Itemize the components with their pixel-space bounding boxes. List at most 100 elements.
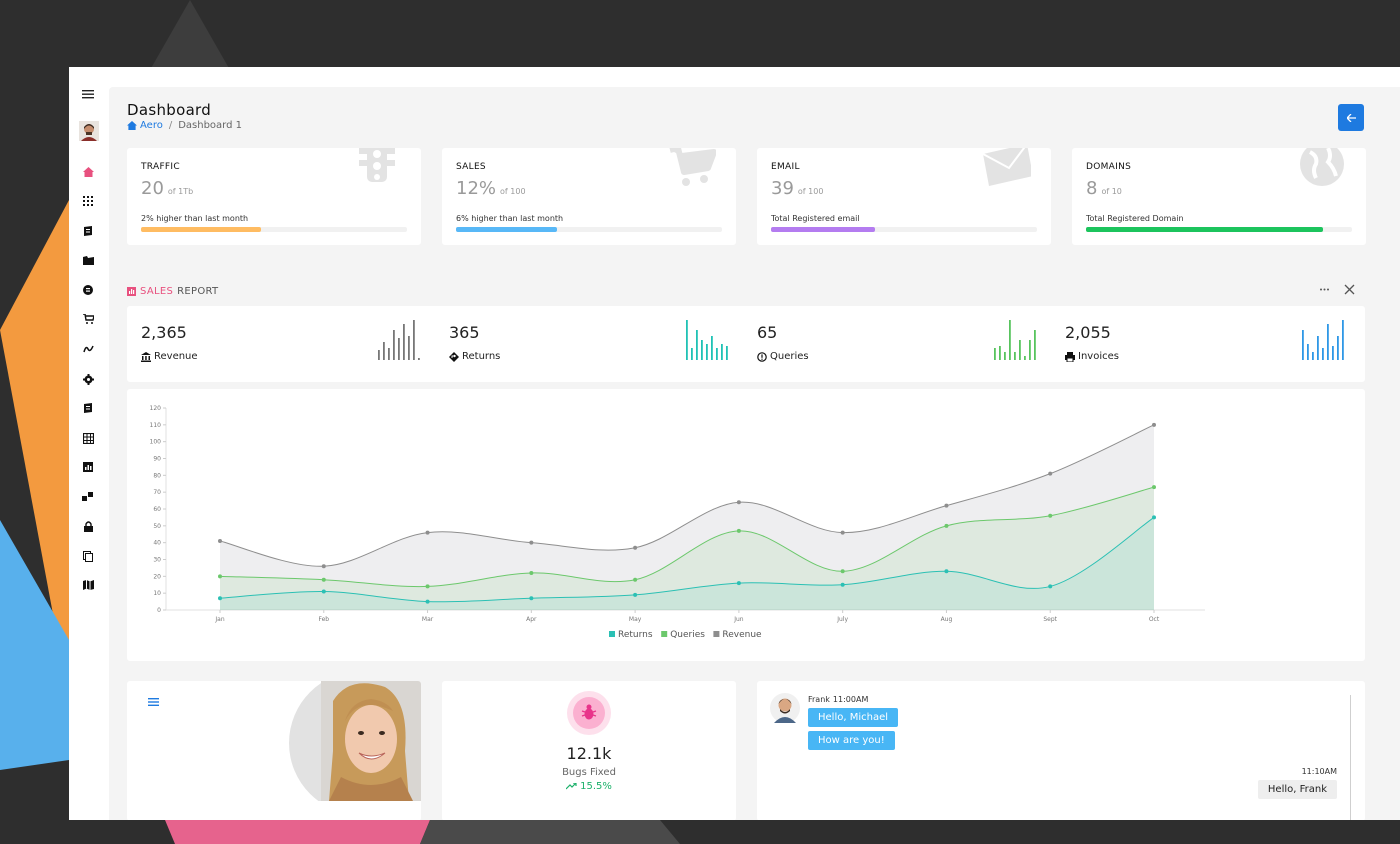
data-point-revenue[interactable] [736, 500, 741, 505]
data-point-revenue[interactable] [529, 540, 534, 545]
layers-icon[interactable] [81, 490, 95, 504]
lock-icon[interactable] [81, 519, 95, 533]
data-point-revenue[interactable] [1152, 422, 1156, 427]
data-point-returns[interactable] [1048, 584, 1053, 589]
menu-icon[interactable] [81, 87, 95, 101]
data-point-queries[interactable] [840, 569, 845, 574]
breadcrumb-separator: / [168, 120, 173, 131]
data-point-queries[interactable] [529, 570, 534, 575]
bugs-trend-value: 15.5% [580, 781, 612, 792]
data-point-returns[interactable] [633, 592, 638, 597]
section-title-accent: SALES [140, 286, 174, 297]
chat-message: Hello, Michael [808, 708, 899, 727]
back-button[interactable] [1338, 104, 1364, 131]
avatar [770, 693, 800, 723]
copy-icon[interactable] [81, 549, 95, 563]
chart-icon [127, 287, 136, 296]
data-point-revenue[interactable] [944, 503, 949, 508]
data-point-queries[interactable] [1152, 485, 1156, 490]
profile-card [127, 681, 421, 820]
data-point-queries[interactable] [425, 584, 430, 589]
spark-bar [1019, 340, 1021, 360]
stat-number: 20 [141, 178, 164, 199]
more-icon[interactable] [1319, 284, 1330, 295]
data-point-returns[interactable] [321, 589, 326, 594]
data-point-returns[interactable] [218, 596, 222, 601]
printer-icon [1065, 351, 1075, 362]
progress-fill [141, 227, 261, 232]
data-point-returns[interactable] [425, 599, 430, 604]
summary-label-text: Revenue [154, 351, 198, 362]
chat-sender-line: Frank 11:00AM [808, 695, 868, 704]
data-point-queries[interactable] [736, 528, 741, 533]
app-window: Dashboard Aero / Dashboard 1 TRAFFIC 20 o… [69, 67, 1400, 820]
data-point-revenue[interactable] [218, 538, 222, 543]
folder-icon[interactable] [81, 253, 95, 267]
stat-description: Total Registered email [771, 214, 860, 223]
revenue-sparkline [378, 320, 420, 360]
document-icon[interactable] [81, 224, 95, 238]
section-title-rest: REPORT [177, 286, 219, 297]
map-icon[interactable] [81, 578, 95, 592]
data-point-returns[interactable] [736, 581, 741, 586]
swap-icon[interactable] [81, 342, 95, 356]
data-point-queries[interactable] [321, 577, 326, 582]
chat-scrollbar[interactable] [1350, 695, 1351, 820]
notes-icon[interactable] [81, 401, 95, 415]
data-point-returns[interactable] [529, 596, 534, 601]
summary-invoices: 2,055 Invoices [1051, 306, 1360, 382]
data-point-queries[interactable] [1048, 513, 1053, 518]
y-tick-label: 20 [153, 573, 161, 580]
avatar[interactable] [79, 121, 99, 141]
bugs-label: Bugs Fixed [562, 767, 616, 778]
spark-bar [1004, 352, 1006, 360]
y-tick-label: 40 [153, 540, 161, 547]
data-point-revenue[interactable] [321, 564, 326, 569]
blog-icon[interactable] [81, 283, 95, 297]
home-icon [127, 121, 137, 130]
data-point-queries[interactable] [633, 577, 638, 582]
chat-card: Frank 11:00AM Hello, Michael How are you… [757, 681, 1365, 820]
stat-value: 39 of 100 [771, 178, 823, 199]
breadcrumb-home-label: Aero [140, 120, 163, 131]
bugs-trend: 15.5% [442, 781, 736, 792]
chart-icon[interactable] [81, 460, 95, 474]
y-tick-label: 80 [153, 472, 161, 479]
spark-bar [1024, 356, 1026, 360]
home-icon[interactable] [81, 165, 95, 179]
data-point-queries[interactable] [944, 523, 949, 528]
spark-bar [1014, 352, 1016, 360]
data-point-queries[interactable] [218, 574, 222, 579]
stat-number: 39 [771, 178, 794, 199]
data-point-revenue[interactable] [633, 545, 638, 550]
spark-bar [711, 336, 713, 360]
spark-bar [721, 344, 723, 360]
x-tick-label: Sept [1043, 616, 1057, 623]
summary-label: Invoices [1065, 351, 1119, 362]
profile-photo [289, 681, 421, 801]
exclamation-icon [757, 351, 767, 362]
spark-bar [1337, 336, 1339, 360]
hamburger-icon[interactable] [148, 698, 159, 706]
stat-value: 20 of 1Tb [141, 178, 193, 199]
spark-bar [994, 348, 996, 360]
stat-sub: of 100 [500, 187, 526, 196]
bugs-card: 12.1k Bugs Fixed 15.5% [442, 681, 736, 820]
data-point-revenue[interactable] [840, 530, 845, 535]
close-icon[interactable] [1344, 284, 1355, 295]
settings-icon[interactable] [81, 372, 95, 386]
legend-label[interactable]: Returns [618, 630, 653, 640]
legend-label[interactable]: Queries [670, 630, 705, 640]
breadcrumb-home[interactable]: Aero [127, 120, 163, 131]
summary-label: Revenue [141, 351, 198, 362]
apps-icon[interactable] [81, 194, 95, 208]
data-point-returns[interactable] [1152, 515, 1156, 520]
data-point-returns[interactable] [840, 582, 845, 587]
legend-label[interactable]: Revenue [722, 630, 762, 640]
data-point-revenue[interactable] [425, 530, 430, 535]
diamond-arrow-icon [449, 351, 459, 362]
data-point-returns[interactable] [944, 569, 949, 574]
grid-icon[interactable] [81, 431, 95, 445]
data-point-revenue[interactable] [1048, 471, 1053, 476]
cart-icon[interactable] [81, 312, 95, 326]
